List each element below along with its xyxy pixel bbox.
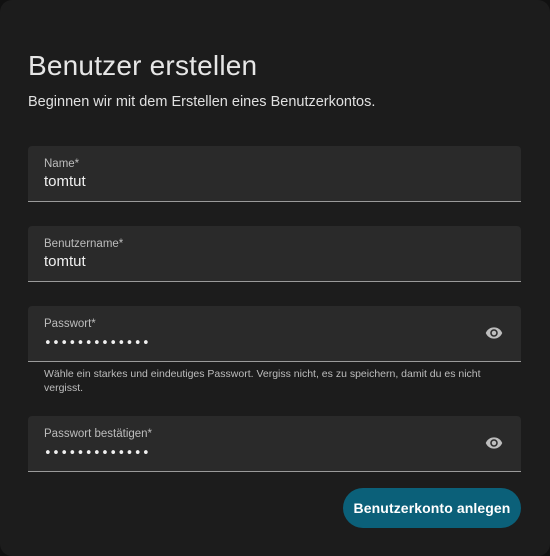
- eye-icon[interactable]: [483, 434, 505, 452]
- password-field[interactable]: Passwort* •••••••••••••: [28, 306, 521, 362]
- name-input[interactable]: [44, 173, 464, 190]
- password-confirm-input[interactable]: •••••••••••••: [44, 446, 150, 461]
- dialog-subtitle: Beginnen wir mit dem Erstellen eines Ben…: [28, 94, 376, 110]
- dialog-title: Benutzer erstellen: [28, 50, 258, 81]
- password-helper-text: Wähle ein starkes und eindeutiges Passwo…: [44, 368, 481, 394]
- create-account-button[interactable]: Benutzerkonto anlegen: [343, 488, 521, 528]
- create-user-dialog: Benutzer erstellen Beginnen wir mit dem …: [0, 0, 550, 556]
- name-field-label: Name*: [44, 158, 80, 170]
- password-field-label: Passwort*: [44, 318, 96, 330]
- username-input[interactable]: [44, 253, 464, 270]
- password-confirm-field-label: Passwort bestätigen*: [44, 428, 153, 440]
- eye-icon[interactable]: [483, 324, 505, 342]
- username-field-label: Benutzername*: [44, 238, 124, 250]
- password-input[interactable]: •••••••••••••: [44, 336, 150, 351]
- username-field[interactable]: Benutzername*: [28, 226, 521, 282]
- password-confirm-field[interactable]: Passwort bestätigen* •••••••••••••: [28, 416, 521, 472]
- name-field[interactable]: Name*: [28, 146, 521, 202]
